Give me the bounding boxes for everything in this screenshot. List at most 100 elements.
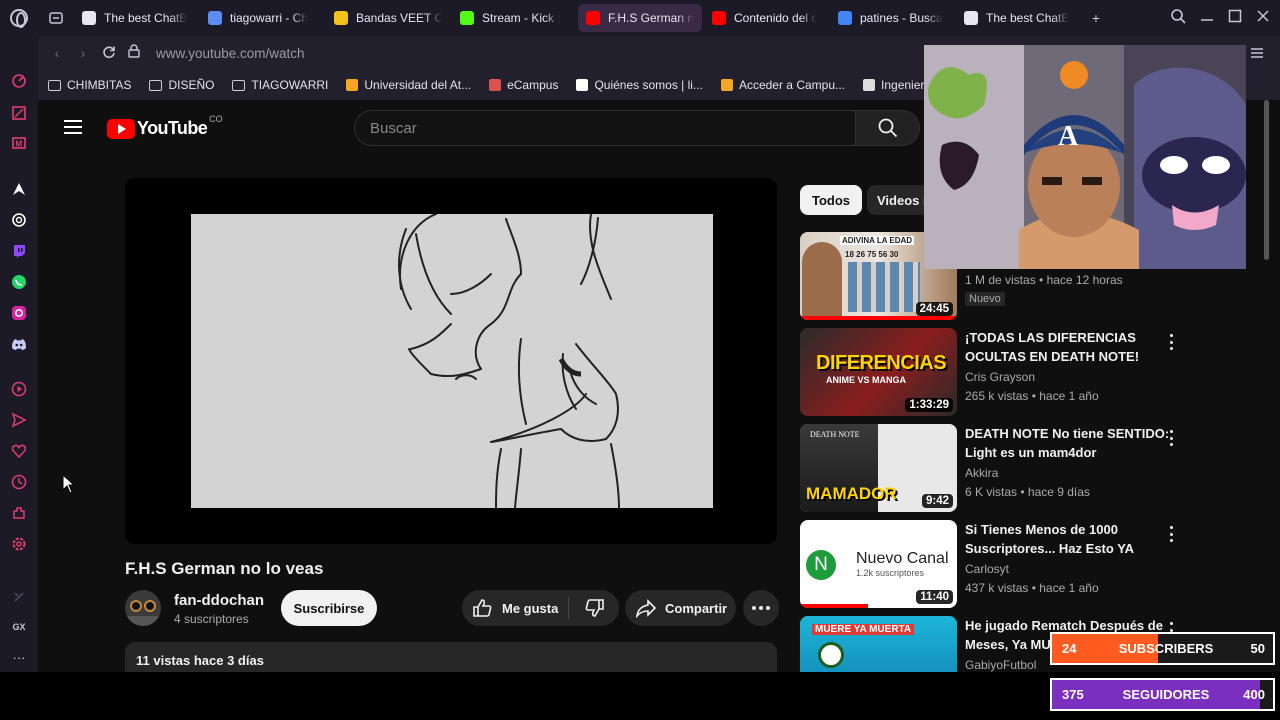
bookmark-item[interactable]: TIAGOWARRI: [232, 78, 328, 92]
bookmark-item[interactable]: DISEÑO: [149, 78, 214, 92]
minimize-icon[interactable]: [1200, 8, 1214, 24]
browser-tab[interactable]: The best ChatB: [74, 4, 198, 32]
youtube-logo[interactable]: YouTube CO: [107, 114, 223, 139]
browser-tab[interactable]: The best ChatB: [956, 4, 1080, 32]
thumbnail-caption: ADIVINA LA EDAD: [840, 236, 915, 245]
browser-sidebar: M GX ···: [0, 36, 38, 720]
browser-tab[interactable]: Contenido del c: [704, 4, 828, 32]
recommendation-channel[interactable]: Akkira: [965, 466, 998, 480]
more-icon[interactable]: ···: [10, 648, 28, 666]
tab-search-icon[interactable]: [1170, 8, 1186, 24]
settings-icon[interactable]: [10, 535, 28, 553]
recommendation-channel[interactable]: Cris Grayson: [965, 370, 1035, 384]
page-scrollbar[interactable]: [1264, 100, 1269, 260]
dislike-button[interactable]: [569, 590, 619, 626]
chip-all[interactable]: Todos: [800, 185, 863, 215]
url-input[interactable]: www.youtube.com/watch: [156, 46, 305, 61]
recommendation-channel[interactable]: Carlosyt: [965, 562, 1009, 576]
close-window-icon[interactable]: [1256, 8, 1270, 24]
instagram-icon[interactable]: [10, 304, 28, 322]
channel-subscriber-count: 4 suscriptores: [174, 612, 249, 626]
folder-icon: [48, 79, 61, 91]
back-icon[interactable]: ‹: [44, 45, 70, 61]
twitch-icon[interactable]: [10, 242, 28, 260]
recommendation-thumbnail[interactable]: MUERE YA MUERTA: [800, 616, 957, 672]
recommendation-menu-icon[interactable]: [1168, 526, 1174, 542]
bookmark-item[interactable]: Quiénes somos | li...: [576, 78, 703, 92]
tab-favicon-icon: [334, 11, 348, 25]
channel-avatar[interactable]: [125, 590, 161, 626]
recommendation-menu-icon[interactable]: [1168, 430, 1174, 446]
share-button[interactable]: Compartir: [625, 590, 736, 626]
browser-tab-title: Bandas VEET C: [356, 11, 442, 25]
tab-workspace-icon[interactable]: [38, 0, 74, 36]
browser-tab[interactable]: tiagowarri - Ch: [200, 4, 324, 32]
recommendation-menu-icon[interactable]: [1168, 334, 1174, 350]
browser-tab[interactable]: F.H.S German no lo ve: [578, 4, 702, 32]
browser-tab[interactable]: Bandas VEET C: [326, 4, 450, 32]
extensions-icon[interactable]: [10, 504, 28, 522]
bookmark-item[interactable]: CHIMBITAS: [48, 78, 131, 92]
recommendation-item[interactable]: DEATH NOTE MAMADOR 9:42 DEATH NOTE No ti…: [800, 424, 1220, 514]
description-box[interactable]: 11 vistas hace 3 días: [125, 642, 777, 672]
news-icon[interactable]: [10, 104, 28, 122]
recommendation-meta: 265 k vistas • hace 1 año: [965, 389, 1099, 403]
recommendation-title[interactable]: ¡TODAS LAS DIFERENCIAS OCULTAS EN DEATH …: [965, 328, 1170, 366]
thumbnail-numbers: 18 26 75 56 30: [845, 250, 899, 259]
forward-icon[interactable]: ›: [70, 45, 96, 61]
gx-icon[interactable]: GX: [10, 618, 28, 636]
whatsapp-icon[interactable]: [10, 273, 28, 291]
aria-icon[interactable]: [10, 180, 28, 198]
duration-badge: 11:40: [916, 590, 953, 604]
browser-tab-title: tiagowarri - Ch: [230, 11, 309, 25]
video-player[interactable]: [125, 178, 777, 544]
easy-setup-icon[interactable]: [1250, 46, 1264, 65]
guide-menu-icon[interactable]: [64, 120, 82, 134]
send-icon[interactable]: [10, 411, 28, 429]
bookmark-item[interactable]: Universidad del At...: [346, 78, 471, 92]
unknown-icon[interactable]: [10, 588, 28, 606]
opera-logo-icon[interactable]: [0, 0, 38, 36]
thumbnail-subcaption: DEATH NOTE: [810, 430, 860, 439]
new-tab-button[interactable]: +: [1082, 10, 1110, 26]
browser-tab[interactable]: patines - Busca: [830, 4, 954, 32]
thumbnail-caption: Nuevo Canal: [856, 550, 949, 567]
followers-label: SEGUIDORES: [1122, 687, 1210, 702]
bookmark-label: DISEÑO: [168, 78, 215, 92]
more-actions-button[interactable]: [743, 590, 779, 626]
subscribers-target: 50: [1250, 641, 1265, 656]
recommendation-item[interactable]: N Nuevo Canal 1.2k suscriptores 11:40 Si…: [800, 520, 1220, 610]
reload-icon[interactable]: [96, 45, 122, 62]
search-input[interactable]: Buscar: [354, 110, 856, 146]
thumbnail-subcaption: 1.2k suscriptores: [856, 568, 925, 578]
subscribers-goal-bar: 24 SUBSCRIBERS 50: [1050, 632, 1275, 665]
bookmark-favicon-icon: [576, 79, 589, 91]
recommendation-title[interactable]: Si Tienes Menos de 1000 Suscriptores... …: [965, 520, 1170, 558]
like-label: Me gusta: [502, 600, 559, 616]
bookmark-item[interactable]: eCampus: [489, 78, 558, 92]
maximize-icon[interactable]: [1228, 8, 1242, 24]
subscribe-button[interactable]: Suscribirse: [281, 590, 377, 626]
recommendation-title[interactable]: DEATH NOTE No tiene SENTIDO: Light es un…: [965, 424, 1170, 462]
discord-icon[interactable]: [10, 335, 28, 353]
channel-name[interactable]: fan-ddochan: [174, 592, 264, 609]
heart-icon[interactable]: [10, 442, 28, 460]
view-count-date: 11 vistas hace 3 días: [136, 653, 264, 668]
video-title: F.H.S German no lo veas: [125, 559, 324, 578]
search-button[interactable]: [856, 110, 920, 146]
recommendation-item[interactable]: DIFERENCIAS ANIME VS MANGA 1:33:29 ¡TODA…: [800, 328, 1220, 418]
player-icon[interactable]: [10, 380, 28, 398]
like-button[interactable]: Me gusta: [462, 590, 568, 626]
recommendation-thumbnail[interactable]: N Nuevo Canal 1.2k suscriptores 11:40: [800, 520, 957, 608]
bookmark-item[interactable]: Acceder a Campu...: [720, 78, 845, 92]
followers-goal-bar: 375 SEGUIDORES 400: [1050, 678, 1275, 711]
recommendation-channel[interactable]: GabiyoFutbol: [965, 658, 1036, 672]
recommendation-thumbnail[interactable]: DIFERENCIAS ANIME VS MANGA 1:33:29: [800, 328, 957, 416]
country-code: CO: [209, 113, 223, 124]
history-icon[interactable]: [10, 473, 28, 491]
speed-dial-icon[interactable]: [10, 72, 28, 90]
browser-tab[interactable]: Stream - Kick |: [452, 4, 576, 32]
mail-icon[interactable]: M: [10, 134, 28, 152]
recommendation-thumbnail[interactable]: DEATH NOTE MAMADOR 9:42: [800, 424, 957, 512]
chatgpt-icon[interactable]: [10, 211, 28, 229]
